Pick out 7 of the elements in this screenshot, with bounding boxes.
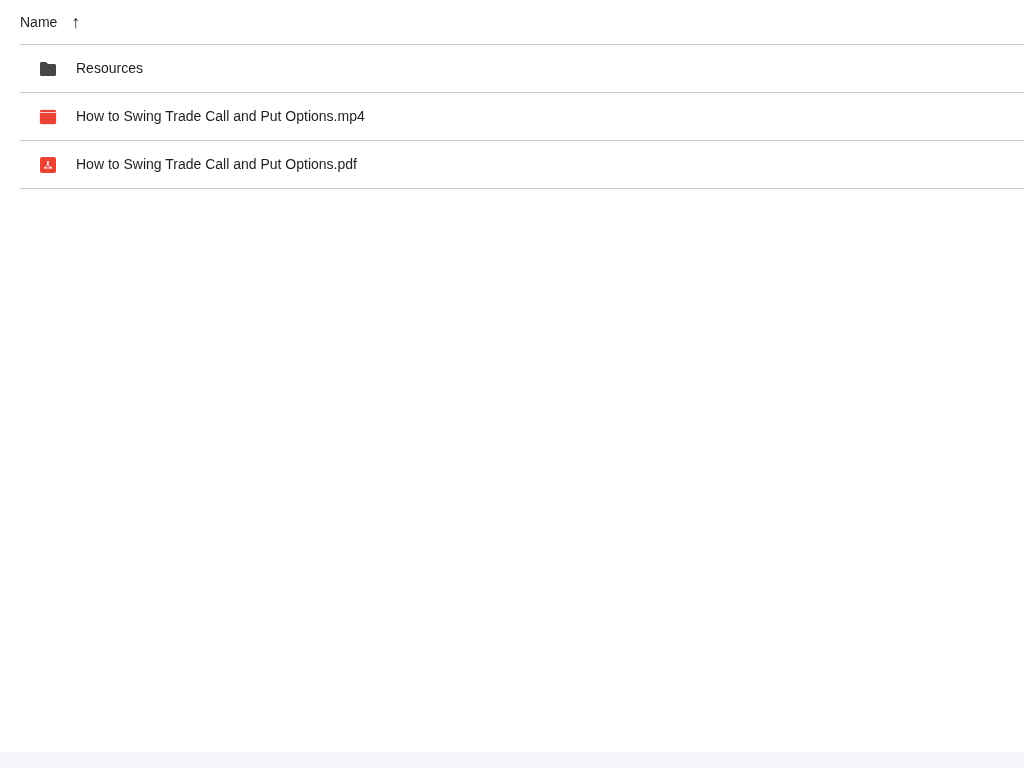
pdf-icon [38, 154, 58, 175]
column-header[interactable]: Name [20, 11, 58, 33]
video-icon [38, 106, 58, 127]
file-name[interactable]: How to Swing Trade Call and Put Options.mp4 [76, 106, 365, 127]
sort-button[interactable]: ↑ [67, 9, 85, 35]
file-name[interactable]: How to Swing Trade Call and Put Options.pdf [76, 154, 357, 175]
file-name[interactable]: Resources [76, 58, 143, 79]
